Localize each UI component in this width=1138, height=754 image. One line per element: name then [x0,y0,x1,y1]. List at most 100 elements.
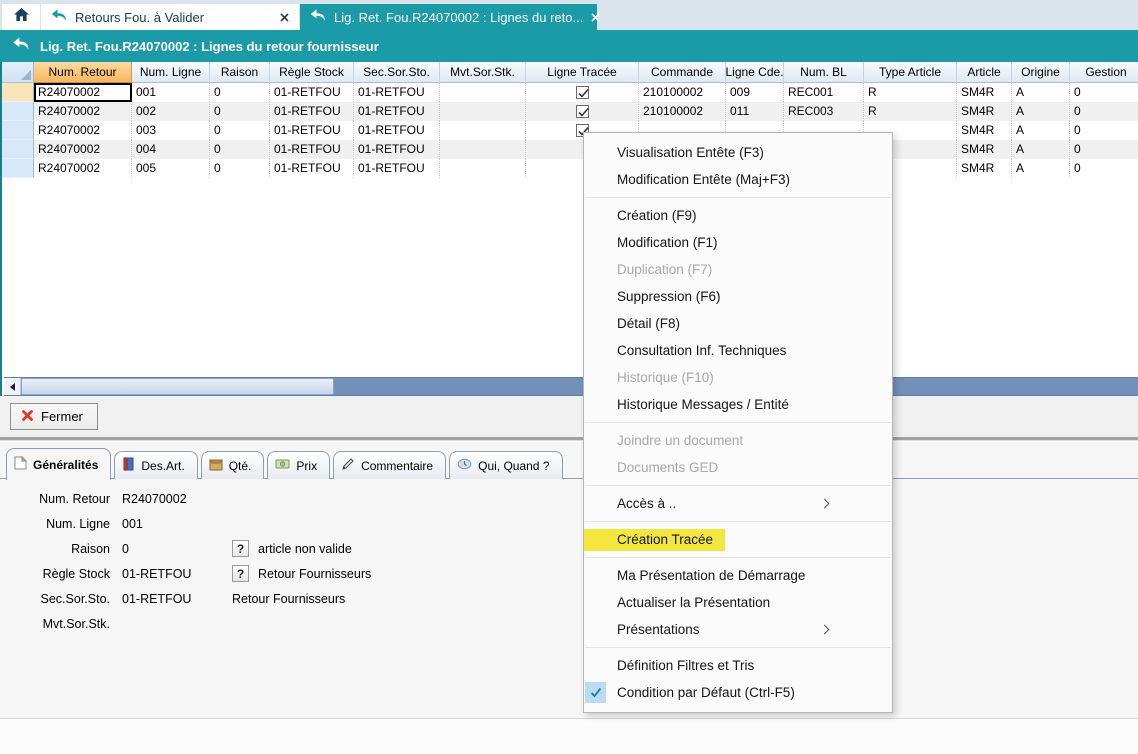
column-header-commande[interactable]: Commande [639,62,726,83]
column-header-ligne-tracee[interactable]: Ligne Tracée [526,62,639,83]
table-row[interactable]: R24070002 004 0 01-RETFOU 01-RETFOU SM4R… [2,140,1138,159]
cell-sec-sor-sto[interactable]: 01-RETFOU [354,159,440,178]
cell-raison[interactable]: 0 [210,140,270,159]
tab-home[interactable] [2,4,40,30]
cell-regle-stock[interactable]: 01-RETFOU [270,102,354,121]
cell-sec-sor-sto[interactable]: 01-RETFOU [354,83,440,102]
row-selector[interactable] [2,140,34,159]
cell-regle-stock[interactable]: 01-RETFOU [270,140,354,159]
tab-retours-a-valider[interactable]: Retours Fou. à Valider [41,4,299,30]
tab-commentaire[interactable]: Commentaire [333,451,446,479]
row-selector[interactable] [2,83,34,102]
close-icon[interactable] [280,13,289,22]
tab-generalites[interactable]: Généralités [6,448,111,480]
column-header-num-retour[interactable]: Num. Retour [34,62,132,83]
tab-des-art[interactable]: Des.Art. [114,451,197,479]
cell-gestion[interactable]: 0 [1070,140,1138,159]
cell-gestion[interactable]: 0 [1070,83,1138,102]
column-header-ligne-cde[interactable]: Ligne Cde. [726,62,784,83]
grid-corner-cell[interactable] [2,62,34,83]
cell-raison[interactable]: 0 [210,102,270,121]
menu-item-suppression[interactable]: Suppression (F6) [584,283,892,310]
column-header-type-article[interactable]: Type Article [864,62,957,83]
cell-ligne-tracee[interactable] [526,83,639,102]
cell-regle-stock[interactable]: 01-RETFOU [270,159,354,178]
menu-item-acces-a[interactable]: Accès à .. [584,490,892,517]
menu-item-historique-messages-entite[interactable]: Historique Messages / Entité [584,391,892,418]
column-header-article[interactable]: Article [957,62,1012,83]
cell-num-ligne[interactable]: 001 [132,83,210,102]
cell-type-article[interactable]: R [864,83,957,102]
cell-ligne-tracee[interactable] [526,102,639,121]
column-header-mvt-sor-stk[interactable]: Mvt.Sor.Stk. [440,62,526,83]
cell-mvt-sor-stk[interactable] [440,102,526,121]
cell-num-retour[interactable]: R24070002 [34,83,132,102]
table-row[interactable]: R24070002 005 0 01-RETFOU 01-RETFOU SM4R… [2,159,1138,178]
cell-num-bl[interactable]: REC003 [784,102,864,121]
row-selector[interactable] [2,121,34,140]
help-button[interactable]: ? [232,540,249,557]
menu-item-condition-par-defaut[interactable]: Condition par Défaut (Ctrl-F5) [584,679,892,706]
menu-item-creation-tracee[interactable]: Création Tracée [584,526,892,553]
cell-raison[interactable]: 0 [210,83,270,102]
tab-qui-quand[interactable]: Qui, Quand ? [449,451,562,479]
cell-sec-sor-sto[interactable]: 01-RETFOU [354,121,440,140]
cell-article[interactable]: SM4R [957,140,1012,159]
menu-item-consultation-inf-techniques[interactable]: Consultation Inf. Techniques [584,337,892,364]
menu-item-presentations[interactable]: Présentations [584,616,892,643]
cell-article[interactable]: SM4R [957,83,1012,102]
cell-type-article[interactable]: R [864,102,957,121]
cell-origine[interactable]: A [1012,102,1070,121]
cell-num-ligne[interactable]: 002 [132,102,210,121]
menu-item-definition-filtres-tris[interactable]: Définition Filtres et Tris [584,652,892,679]
tab-prix[interactable]: Prix [267,451,330,479]
cell-num-retour[interactable]: R24070002 [34,159,132,178]
scrollbar-thumb[interactable] [21,378,334,395]
table-row[interactable]: R24070002 002 0 01-RETFOU 01-RETFOU 2101… [2,102,1138,121]
cell-origine[interactable]: A [1012,140,1070,159]
cell-raison[interactable]: 0 [210,121,270,140]
cell-article[interactable]: SM4R [957,121,1012,140]
menu-item-visualisation-entete[interactable]: Visualisation Entête (F3) [584,139,892,166]
cell-origine[interactable]: A [1012,83,1070,102]
cell-num-bl[interactable]: REC001 [784,83,864,102]
checkbox-ligne-tracee[interactable] [576,86,589,99]
cell-raison[interactable]: 0 [210,159,270,178]
tab-qte[interactable]: Qté. [201,451,265,479]
tab-lignes-retour[interactable]: Lig. Ret. Fou.R24070002 : Lignes du reto… [300,4,597,30]
cell-sec-sor-sto[interactable]: 01-RETFOU [354,102,440,121]
table-row[interactable]: R24070002 003 0 01-RETFOU 01-RETFOU SM4R… [2,121,1138,140]
menu-item-modification[interactable]: Modification (F1) [584,229,892,256]
table-row[interactable]: R24070002 001 0 01-RETFOU 01-RETFOU 2101… [2,83,1138,102]
menu-item-creation[interactable]: Création (F9) [584,202,892,229]
close-icon[interactable] [591,13,600,22]
cell-num-retour[interactable]: R24070002 [34,121,132,140]
column-header-num-ligne[interactable]: Num. Ligne [132,62,210,83]
column-header-origine[interactable]: Origine [1012,62,1070,83]
cell-num-retour[interactable]: R24070002 [34,140,132,159]
cell-regle-stock[interactable]: 01-RETFOU [270,83,354,102]
cell-num-retour[interactable]: R24070002 [34,102,132,121]
cell-article[interactable]: SM4R [957,102,1012,121]
cell-mvt-sor-stk[interactable] [440,140,526,159]
column-header-regle-stock[interactable]: Règle Stock [270,62,354,83]
help-button[interactable]: ? [232,565,249,582]
column-header-num-bl[interactable]: Num. BL [784,62,864,83]
cell-origine[interactable]: A [1012,121,1070,140]
cell-num-ligne[interactable]: 003 [132,121,210,140]
row-selector[interactable] [2,102,34,121]
menu-item-modification-entete[interactable]: Modification Entête (Maj+F3) [584,166,892,193]
cell-article[interactable]: SM4R [957,159,1012,178]
cell-commande[interactable]: 210100002 [639,83,726,102]
row-selector[interactable] [2,159,34,178]
column-header-sec-sor-sto[interactable]: Sec.Sor.Sto. [354,62,440,83]
cell-mvt-sor-stk[interactable] [440,159,526,178]
cell-num-ligne[interactable]: 004 [132,140,210,159]
scroll-left-button[interactable] [4,378,21,395]
cell-regle-stock[interactable]: 01-RETFOU [270,121,354,140]
menu-item-ma-presentation-demarrage[interactable]: Ma Présentation de Démarrage [584,562,892,589]
cell-ligne-cde[interactable]: 009 [726,83,784,102]
menu-item-detail[interactable]: Détail (F8) [584,310,892,337]
cell-sec-sor-sto[interactable]: 01-RETFOU [354,140,440,159]
cell-gestion[interactable]: 0 [1070,102,1138,121]
